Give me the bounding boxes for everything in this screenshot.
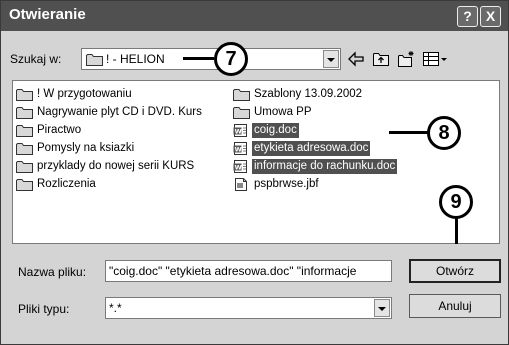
lookin-value: ! - HELION: [106, 52, 165, 66]
file-name: Umowa PP: [254, 106, 312, 118]
filename-input[interactable]: "coig.doc" "etykieta adresowa.doc" "info…: [105, 260, 392, 282]
file-name: Piractwo: [37, 124, 82, 136]
lookin-dropdown-button[interactable]: [323, 50, 339, 68]
callout-8: 8: [427, 116, 461, 150]
up-folder-icon[interactable]: [372, 50, 390, 68]
file-name: ! W przygotowaniu: [37, 88, 132, 100]
generic-file-icon: [235, 178, 247, 191]
file-name: przyklady do nowej serii KURS: [37, 160, 195, 172]
file-name: Szablony 13.09.2002: [254, 88, 363, 100]
folder-icon: [16, 89, 33, 101]
cancel-button[interactable]: Anuluj: [409, 294, 501, 318]
open-dialog: Otwieranie ? X Szukaj w: ! - HELION 7 ! …: [0, 0, 509, 345]
close-icon: X: [485, 8, 496, 24]
filename-label: Nazwa pliku:: [18, 265, 87, 279]
callout-8-line: [389, 131, 429, 134]
word-doc-icon: W: [233, 160, 247, 173]
callout-9-line: [455, 218, 458, 244]
svg-text:W: W: [235, 146, 242, 154]
file-name: Nagrywanie plyt CD i DVD. Kurs: [37, 106, 202, 118]
folder-icon: [86, 54, 103, 66]
folder-icon: [16, 107, 33, 119]
lookin-label: Szukaj w:: [10, 52, 62, 66]
filename-value: "coig.doc" "etykieta adresowa.doc" "info…: [109, 264, 357, 278]
folder-icon: [16, 143, 33, 155]
svg-text:W: W: [235, 128, 242, 136]
back-arrow-icon[interactable]: [347, 50, 365, 68]
title-bar[interactable]: Otwieranie ? X: [1, 1, 508, 31]
folder-icon: [16, 125, 33, 137]
close-button[interactable]: X: [480, 6, 501, 27]
file-name: pspbrwse.jbf: [254, 178, 319, 190]
word-doc-icon: W: [233, 124, 247, 137]
window-title: Otwieranie: [9, 6, 86, 23]
file-name: Pomysly na ksiazki: [37, 142, 135, 154]
word-doc-icon: W: [233, 142, 247, 155]
view-menu-icon[interactable]: [422, 50, 448, 68]
help-icon: ?: [463, 8, 472, 24]
callout-7-line: [183, 57, 214, 60]
file-name: etykieta adresowa.doc: [252, 141, 371, 156]
filetype-label: Pliki typu:: [18, 302, 70, 316]
open-button[interactable]: Otwórz: [409, 259, 501, 283]
file-name: informacje do rachunku.doc: [252, 159, 398, 174]
folder-icon: [16, 179, 33, 191]
folder-icon: [233, 89, 250, 101]
callout-9: 9: [439, 185, 473, 219]
filetype-value: *.*: [109, 301, 122, 315]
folder-icon: [233, 107, 250, 119]
help-button[interactable]: ?: [457, 6, 478, 27]
filetype-dropdown-button[interactable]: [374, 299, 390, 317]
file-name: Rozliczenia: [37, 178, 96, 190]
file-list[interactable]: ! W przygotowaniu Nagrywanie plyt CD i D…: [12, 80, 500, 244]
svg-text:W: W: [235, 164, 242, 172]
folder-icon: [16, 161, 33, 173]
callout-7: 7: [214, 42, 248, 76]
filetype-select[interactable]: *.*: [105, 297, 392, 319]
file-name: coig.doc: [252, 123, 299, 138]
new-folder-icon[interactable]: [397, 50, 415, 68]
